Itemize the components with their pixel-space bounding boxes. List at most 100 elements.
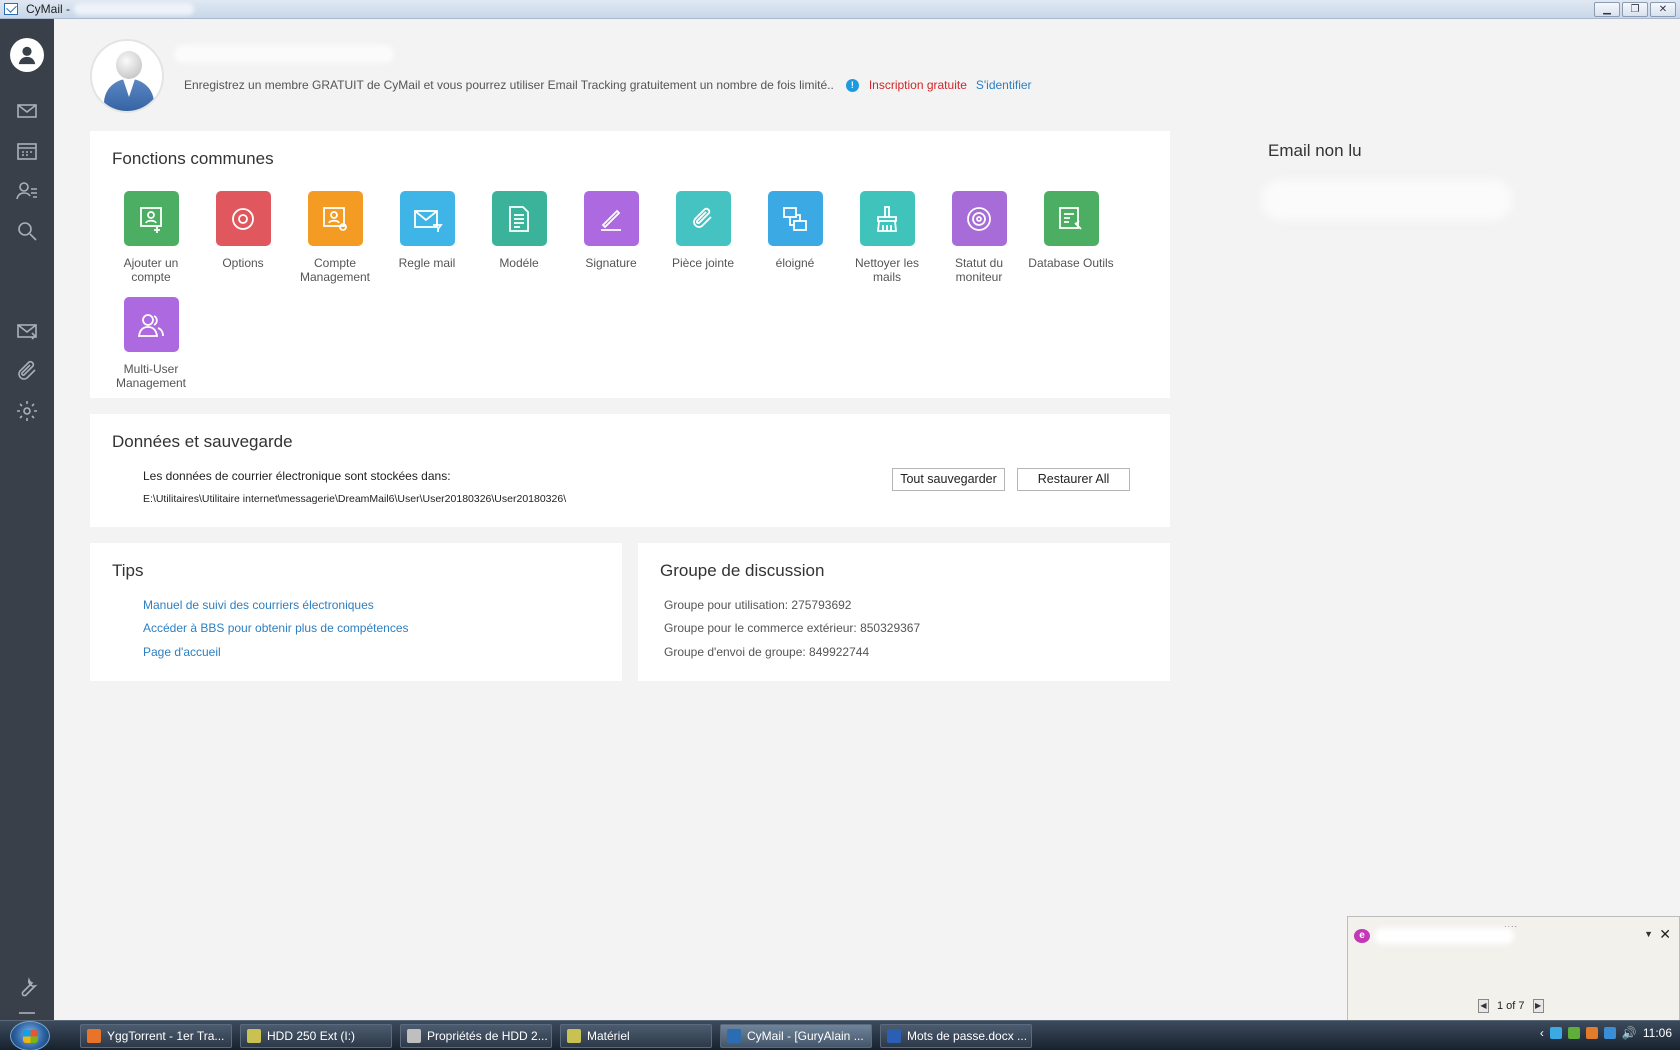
promo-text: Enregistrez un membre GRATUIT de CyMail … — [184, 78, 834, 92]
database-tool-icon — [1043, 191, 1099, 246]
taskbar-item-cymail[interactable]: CyMail - [GuryAlain ... — [720, 1024, 872, 1048]
bbs-link[interactable]: Accéder à BBS pour obtenir plus de compé… — [143, 621, 409, 635]
info-icon: ! — [845, 78, 859, 92]
wrench-icon — [21, 977, 38, 997]
group-usage: Groupe pour utilisation: 275793692 — [664, 598, 852, 612]
taskbar-item-properties[interactable]: Propriétés de HDD 2... — [400, 1024, 552, 1048]
drive-icon — [407, 1029, 421, 1043]
tracking-manual-link[interactable]: Manuel de suivi des courriers électroniq… — [143, 598, 374, 612]
sidebar — [0, 19, 54, 1020]
mail-rule-tile[interactable]: Regle mail — [382, 191, 472, 270]
add-account-tile[interactable]: Ajouter un compte — [106, 191, 196, 284]
firefox-icon — [87, 1029, 101, 1043]
network-icon[interactable] — [1603, 1027, 1616, 1039]
paperclip-icon — [675, 191, 731, 246]
clock[interactable]: 11:06 — [1643, 1026, 1672, 1040]
remote-tile[interactable]: éloigné — [750, 191, 840, 270]
register-link[interactable]: Inscription gratuite — [869, 78, 967, 92]
monitor-status-tile[interactable]: Statut du moniteur — [934, 191, 1024, 284]
sidebar-settings[interactable] — [0, 393, 54, 429]
pen-icon — [583, 191, 639, 246]
gear-icon — [17, 401, 37, 421]
options-tile[interactable]: Options — [198, 191, 288, 270]
sidebar-mail-tracking[interactable] — [0, 313, 54, 349]
folder-icon — [247, 1029, 261, 1043]
redacted-title — [74, 3, 194, 15]
sidebar-menu[interactable] — [0, 1006, 54, 1020]
restore-button[interactable]: ❐ — [1622, 2, 1648, 17]
homepage-link[interactable]: Page d'accueil — [143, 645, 221, 659]
close-icon[interactable]: ✕ — [1659, 926, 1671, 943]
close-window-button[interactable]: ✕ — [1650, 2, 1676, 17]
sidebar-calendar[interactable] — [0, 133, 54, 169]
panel-title: Fonctions communes — [112, 149, 274, 168]
menu-icon — [19, 1012, 35, 1014]
taskbar-item-word[interactable]: Mots de passe.docx ... — [880, 1024, 1032, 1048]
pager-text: 1 of 7 — [1497, 1000, 1525, 1012]
title-bar: CyMail - ▁ ❐ ✕ — [0, 0, 1680, 19]
user-icon — [10, 38, 44, 72]
login-link[interactable]: S'identifier — [976, 78, 1032, 92]
common-functions-panel: Fonctions communes Ajouter un compte Opt… — [90, 131, 1170, 398]
gear-icon — [215, 191, 271, 246]
sidebar-tools[interactable] — [0, 970, 54, 1006]
attachment-tile[interactable]: Pièce jointe — [658, 191, 748, 270]
clean-mails-tile[interactable]: Nettoyer les mails — [842, 191, 932, 284]
discussion-group-panel: Groupe de discussion Groupe pour utilisa… — [638, 543, 1170, 681]
notification-popup: .... e ▼ ✕ ◀ 1 of 7 ▶ — [1347, 916, 1680, 1021]
chevron-down-icon[interactable]: ▼ — [1644, 929, 1653, 939]
paperclip-icon — [18, 360, 36, 380]
sidebar-contacts[interactable] — [0, 173, 54, 209]
broom-icon — [859, 191, 915, 246]
unread-email-title: Email non lu — [1268, 141, 1362, 160]
signature-tile[interactable]: Signature — [566, 191, 656, 270]
cymail-app-icon — [4, 3, 18, 15]
window-title: CyMail - — [26, 2, 70, 16]
storage-label: Les données de courrier électronique son… — [143, 469, 451, 483]
search-icon — [18, 222, 37, 241]
volume-icon[interactable]: 🔊 — [1622, 1026, 1637, 1040]
contacts-icon — [16, 182, 37, 200]
sidebar-attachments[interactable] — [0, 353, 54, 389]
folder-icon — [567, 1029, 581, 1043]
multi-user-tile[interactable]: Multi-User Management — [106, 297, 196, 390]
storage-path: E:\Utilitaires\Utilitaire internet\messa… — [143, 493, 567, 505]
template-tile[interactable]: Modéle — [474, 191, 564, 270]
word-icon — [887, 1029, 901, 1043]
tips-panel: Tips Manuel de suivi des courriers élect… — [90, 543, 622, 681]
document-icon — [491, 191, 547, 246]
database-tools-tile[interactable]: Database Outils — [1026, 191, 1116, 270]
redacted-notification — [1374, 928, 1514, 944]
panel-title: Données et sauvegarde — [112, 432, 293, 451]
start-button[interactable] — [10, 1021, 50, 1050]
redacted-username — [174, 45, 394, 63]
sidebar-mail[interactable] — [0, 93, 54, 129]
account-management-tile[interactable]: Compte Management — [290, 191, 380, 284]
restore-all-button[interactable]: Restaurer All — [1017, 468, 1130, 491]
next-page-button[interactable]: ▶ — [1532, 999, 1544, 1013]
tray-app-icon[interactable] — [1549, 1027, 1562, 1039]
panel-title: Tips — [112, 561, 144, 580]
minimize-button[interactable]: ▁ — [1594, 2, 1620, 17]
account-settings-icon — [307, 191, 363, 246]
users-icon — [123, 297, 179, 352]
group-send: Groupe d'envoi de groupe: 849922744 — [664, 645, 870, 659]
taskbar-item-hdd[interactable]: HDD 250 Ext (I:) — [240, 1024, 392, 1048]
monitor-target-icon — [951, 191, 1007, 246]
data-backup-panel: Données et sauvegarde Les données de cou… — [90, 414, 1170, 527]
header: Enregistrez un membre GRATUIT de CyMail … — [54, 19, 1680, 131]
tray-torrent-icon[interactable] — [1585, 1027, 1598, 1039]
taskbar-item-materiel[interactable]: Matériel — [560, 1024, 712, 1048]
sidebar-profile[interactable] — [0, 33, 54, 77]
taskbar-item-browser[interactable]: YggTorrent - 1er Tra... — [80, 1024, 232, 1048]
notification-pager: ◀ 1 of 7 ▶ — [1478, 999, 1544, 1013]
save-all-button[interactable]: Tout sauvegarder — [892, 468, 1005, 491]
nvidia-icon[interactable] — [1567, 1027, 1580, 1039]
prev-page-button[interactable]: ◀ — [1478, 999, 1489, 1013]
panel-title: Groupe de discussion — [660, 561, 825, 580]
remote-icon — [767, 191, 823, 246]
tray-expand-icon[interactable]: ‹ — [1540, 1026, 1544, 1040]
sidebar-search[interactable] — [0, 213, 54, 249]
user-avatar[interactable] — [90, 39, 164, 113]
mail-tracking-icon — [17, 324, 37, 340]
